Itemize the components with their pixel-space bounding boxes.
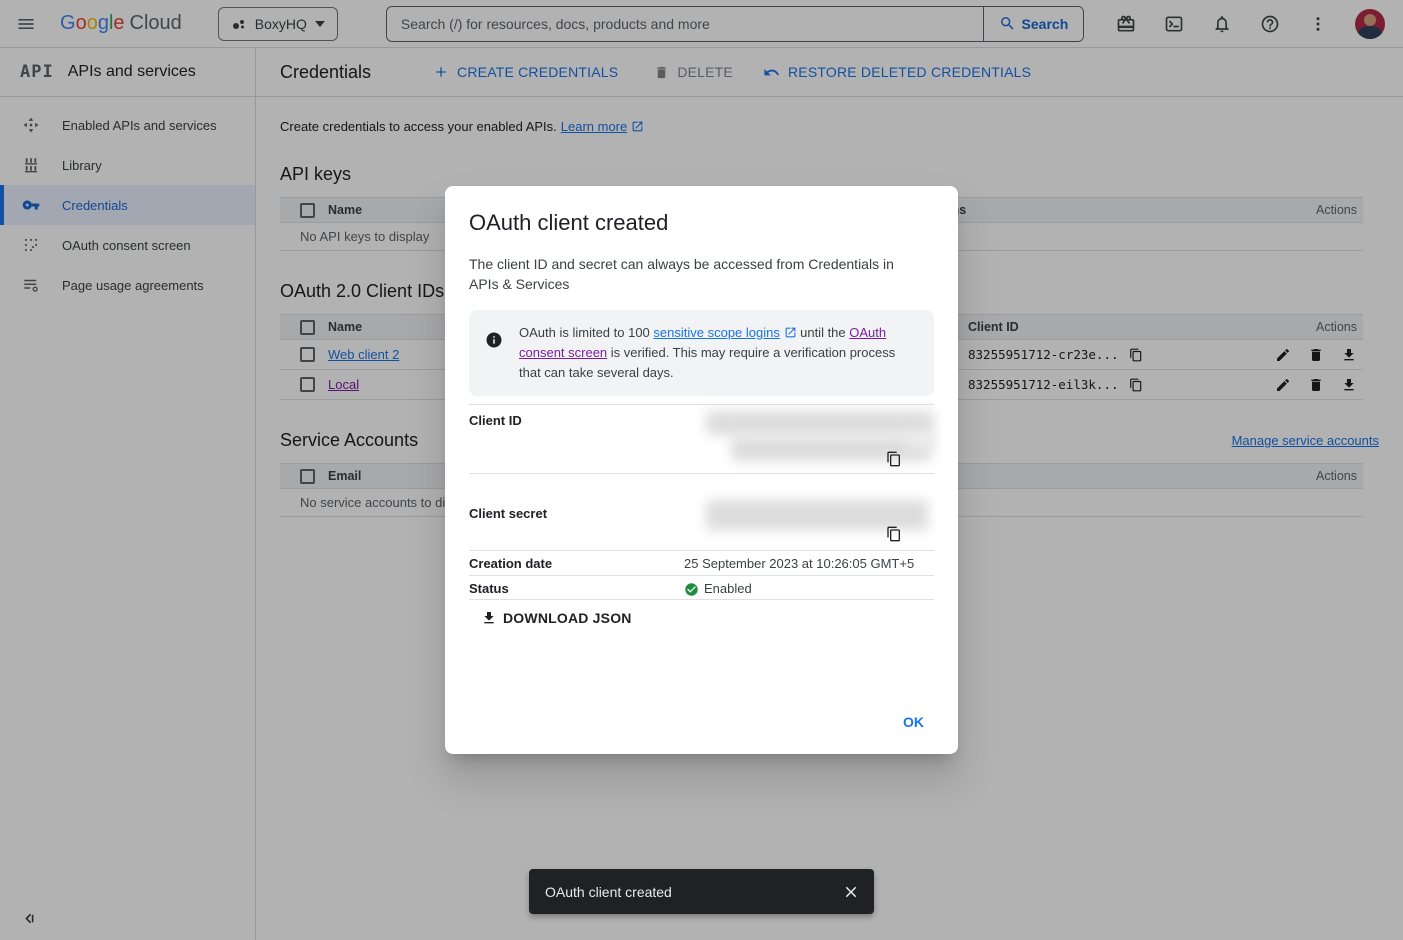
download-json-label: DOWNLOAD JSON: [503, 610, 632, 626]
copy-icon[interactable]: [886, 451, 902, 467]
dialog-title: OAuth client created: [469, 210, 934, 236]
check-circle-icon: [684, 582, 699, 597]
dialog-fields: Client ID Client secret Creation date 25…: [469, 404, 934, 631]
download-json-row: DOWNLOAD JSON: [469, 599, 934, 631]
external-link-icon: [784, 326, 797, 339]
verification-notice: OAuth is limited to 100 sensitive scope …: [469, 310, 934, 396]
notice-text: OAuth is limited to 100 sensitive scope …: [519, 323, 918, 383]
client-id-row: Client ID: [469, 404, 934, 473]
creation-date-row: Creation date 25 September 2023 at 10:26…: [469, 550, 934, 575]
copy-icon[interactable]: [886, 526, 902, 542]
creation-date-label: Creation date: [469, 551, 684, 575]
creation-date-value: 25 September 2023 at 10:26:05 GMT+5: [684, 551, 934, 575]
info-icon: [485, 331, 503, 349]
status-label: Status: [469, 576, 684, 599]
notice-pre: OAuth is limited to 100: [519, 325, 653, 340]
download-icon: [481, 610, 497, 626]
sensitive-scope-logins-link[interactable]: sensitive scope logins: [653, 325, 779, 340]
dialog-body-text: The client ID and secret can always be a…: [469, 254, 909, 294]
close-icon[interactable]: [842, 883, 860, 901]
status-row: Status Enabled: [469, 575, 934, 599]
oauth-client-created-dialog: OAuth client created The client ID and s…: [445, 186, 958, 754]
status-value: Enabled: [704, 581, 752, 596]
client-secret-row: Client secret: [469, 473, 934, 550]
snackbar-message: OAuth client created: [545, 884, 672, 900]
client-id-label: Client ID: [469, 405, 684, 473]
ok-button[interactable]: OK: [895, 708, 932, 736]
client-id-redacted-value: [706, 411, 934, 435]
snackbar: OAuth client created: [529, 869, 874, 914]
google-cloud-console: Google Cloud BoxyHQ Search: [0, 0, 1403, 940]
client-secret-label: Client secret: [469, 474, 684, 550]
client-id-redacted-value: [906, 433, 936, 449]
notice-mid: until the: [797, 325, 850, 340]
download-json-button[interactable]: DOWNLOAD JSON: [481, 610, 632, 626]
